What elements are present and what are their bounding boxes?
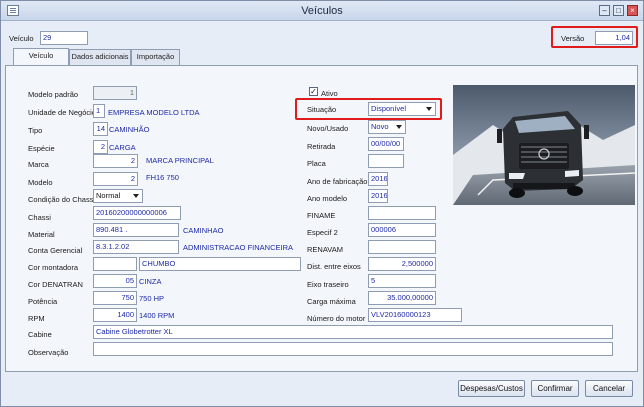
tab-importacao[interactable]: Importação	[131, 49, 180, 65]
numero-motor-field[interactable]: VLV20160000123	[368, 308, 462, 322]
potencia-name: 750 HP	[139, 294, 165, 303]
versao-label: Versão	[561, 34, 585, 43]
ano-modelo-field[interactable]: 2016	[368, 189, 388, 203]
conta-name: ADMINISTRACAO FINANCEIRA	[183, 243, 294, 252]
ativo-label: Ativo	[321, 89, 338, 98]
cabine-field[interactable]: Cabine Globetrotter XL	[93, 325, 613, 339]
retirada-label: Retirada	[307, 142, 336, 151]
marca-label: Marca	[28, 160, 49, 169]
novo-usado-select[interactable]: Novo	[368, 120, 406, 134]
material-name: CAMINHAO	[183, 226, 224, 235]
observacao-label: Observação	[28, 348, 69, 357]
retirada-field[interactable]: 00/00/00	[368, 137, 404, 151]
potencia-code-field[interactable]: 750	[93, 291, 137, 305]
especie-label: Espécie	[28, 144, 55, 153]
condicao-select[interactable]: Normal	[93, 189, 143, 203]
cor-denatran-name: CINZA	[139, 277, 162, 286]
rpm-name: 1400 RPM	[139, 311, 175, 320]
finame-field[interactable]	[368, 206, 436, 220]
maximize-icon[interactable]: □	[613, 5, 624, 16]
dist-eixos-field[interactable]: 2,500000	[368, 257, 436, 271]
cor-denatran-code-field[interactable]: 05	[93, 274, 137, 288]
despesas-custos-button[interactable]: Despesas/Custos	[458, 380, 525, 397]
close-icon[interactable]: ×	[627, 5, 638, 16]
tipo-name: CAMINHÃO	[109, 125, 150, 134]
especie-code-field[interactable]: 2	[93, 140, 108, 154]
ano-modelo-label: Ano modelo	[307, 194, 348, 203]
modelo-padrao-label: Modelo padrão	[28, 90, 79, 99]
cor-montadora-code-field[interactable]	[93, 257, 137, 271]
conta-code-field[interactable]: 8.3.1.2.02	[93, 240, 179, 254]
cancelar-button[interactable]: Cancelar	[585, 380, 633, 397]
eixo-traseiro-label: Eixo traseiro	[307, 280, 349, 289]
condicao-label: Condição do Chassi	[28, 195, 96, 204]
cor-denatran-label: Cor DENATRAN	[28, 280, 83, 289]
cabine-label: Cabine	[28, 330, 52, 339]
cor-montadora-label: Cor montadora	[28, 263, 79, 272]
veiculo-label: Veículo	[9, 34, 34, 43]
minimize-icon[interactable]: –	[599, 5, 610, 16]
novo-usado-label: Novo/Usado	[307, 124, 349, 133]
especif2-label: Especif 2	[307, 228, 338, 237]
confirmar-button[interactable]: Confirmar	[531, 380, 579, 397]
dist-eixos-label: Dist. entre eixos	[307, 262, 361, 271]
tab-dados-adicionais[interactable]: Dados adicionais	[69, 49, 131, 65]
tab-veiculo[interactable]: Veículo	[13, 48, 69, 65]
situacao-select[interactable]: Disponível	[368, 102, 436, 116]
chassi-label: Chassi	[28, 213, 51, 222]
unidade-label: Unidade de Negócio	[28, 108, 96, 117]
vehicle-photo	[453, 85, 635, 205]
tipo-label: Tipo	[28, 126, 43, 135]
carga-maxima-label: Carga máxima	[307, 297, 356, 306]
conta-label: Conta Gerencial	[28, 246, 83, 255]
modelo-code-field[interactable]: 2	[93, 172, 138, 186]
chassi-field[interactable]: 20160200000000006	[93, 206, 181, 220]
unidade-code-field[interactable]: 1	[93, 104, 105, 118]
vehicle-window: Veículos – □ × Veículo 29 Versão 1,04 Ve…	[0, 0, 644, 407]
unidade-name: EMPRESA MODELO LTDA	[108, 108, 200, 117]
observacao-field[interactable]	[93, 342, 613, 356]
placa-label: Placa	[307, 159, 326, 168]
versao-field[interactable]: 1,04	[595, 31, 633, 45]
situacao-label: Situação	[307, 105, 337, 114]
rpm-label: RPM	[28, 314, 45, 323]
especie-name: CARGA	[109, 143, 136, 152]
ano-fabricacao-label: Ano de fabricação	[307, 177, 368, 186]
modelo-label: Modelo	[28, 178, 53, 187]
potencia-label: Potência	[28, 297, 58, 306]
numero-motor-label: Número do motor	[307, 314, 366, 323]
eixo-traseiro-field[interactable]: 5	[368, 274, 436, 288]
marca-name: MARCA PRINCIPAL	[146, 156, 214, 165]
modelo-padrao-field: 1	[93, 86, 137, 100]
veiculo-field[interactable]: 29	[40, 31, 88, 45]
placa-field[interactable]	[368, 154, 404, 168]
title-bar: Veículos – □ ×	[1, 1, 643, 21]
cor-montadora-name-field[interactable]: CHUMBO	[139, 257, 301, 271]
material-label: Material	[28, 230, 55, 239]
material-code-field[interactable]: 890.481 .	[93, 223, 179, 237]
renavam-field[interactable]	[368, 240, 436, 254]
tipo-code-field[interactable]: 14	[93, 122, 108, 136]
finame-label: FINAME	[307, 211, 336, 220]
modelo-name: FH16 750	[146, 173, 179, 182]
renavam-label: RENAVAM	[307, 245, 343, 254]
window-title: Veículos	[301, 5, 343, 17]
ativo-checkbox[interactable]: ✓	[309, 87, 318, 96]
ano-fabricacao-field[interactable]: 2016	[368, 172, 388, 186]
rpm-code-field[interactable]: 1400	[93, 308, 137, 322]
marca-code-field[interactable]: 2	[93, 154, 138, 168]
especif2-field[interactable]: 000006	[368, 223, 436, 237]
carga-maxima-field[interactable]: 35.000,00000	[368, 291, 436, 305]
